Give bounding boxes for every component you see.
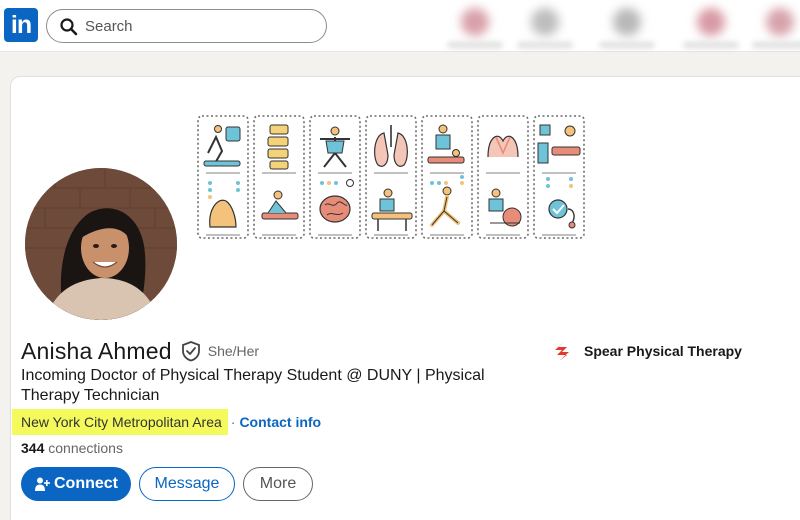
profile-headline: Incoming Doctor of Physical Therapy Stud… bbox=[21, 367, 485, 404]
profile-name: Anisha Ahmed bbox=[21, 337, 172, 364]
connections-number: 344 bbox=[21, 440, 45, 456]
current-company[interactable]: Spear Physical Therapy bbox=[553, 340, 742, 362]
profile-photo-illustration bbox=[25, 168, 177, 320]
more-button[interactable]: More bbox=[243, 467, 313, 501]
linkedin-logo[interactable]: in bbox=[4, 8, 38, 42]
nav-item-blurred-4[interactable] bbox=[676, 4, 746, 48]
connections-count[interactable]: 344 connections bbox=[21, 440, 123, 456]
connections-label: connections bbox=[48, 440, 123, 456]
company-logo-icon bbox=[555, 341, 569, 361]
profile-banner-image bbox=[197, 115, 585, 239]
location-text: New York City Metropolitan Area bbox=[12, 409, 228, 435]
nav-item-blurred-5[interactable] bbox=[750, 4, 800, 48]
search-box[interactable] bbox=[46, 9, 327, 43]
nav-item-blurred-3[interactable] bbox=[592, 4, 662, 48]
shield-check-icon[interactable] bbox=[180, 340, 202, 362]
top-nav-bar: in bbox=[0, 0, 800, 52]
nav-item-blurred-1[interactable] bbox=[440, 4, 510, 48]
add-person-icon bbox=[35, 477, 50, 491]
profile-name-row: Anisha Ahmed She/Her bbox=[21, 336, 259, 366]
location-row: New York City Metropolitan Area · Contac… bbox=[12, 408, 321, 436]
company-name: Spear Physical Therapy bbox=[584, 343, 742, 359]
message-button[interactable]: Message bbox=[139, 467, 235, 501]
separator-dot: · bbox=[230, 414, 236, 430]
profile-photo[interactable] bbox=[25, 168, 177, 320]
search-input[interactable] bbox=[85, 15, 315, 37]
search-icon bbox=[60, 18, 78, 36]
pronouns: She/Her bbox=[207, 343, 260, 359]
connect-label: Connect bbox=[54, 475, 118, 492]
contact-info-link[interactable]: Contact info bbox=[239, 414, 321, 430]
nav-item-blurred-2[interactable] bbox=[510, 4, 580, 48]
connect-button[interactable]: Connect bbox=[21, 467, 131, 501]
